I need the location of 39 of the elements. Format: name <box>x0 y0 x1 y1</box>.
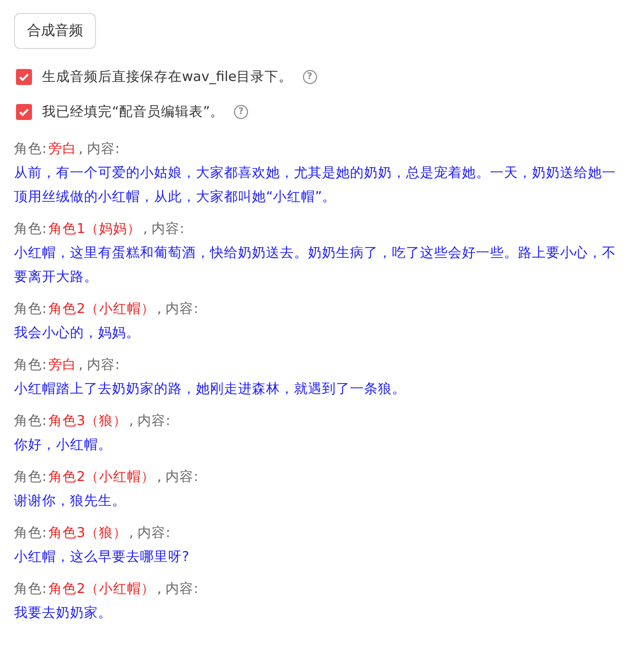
content-label: , 内容: <box>78 357 120 373</box>
checkbox[interactable] <box>16 104 32 120</box>
role-label: 角色: <box>14 469 47 485</box>
role-label: 角色: <box>14 357 47 373</box>
content-label: , 内容: <box>157 469 198 485</box>
content-label: , 内容: <box>78 141 120 157</box>
option-label: 我已经填完“配音员编辑表”。 <box>42 102 224 120</box>
role-name: 旁白 <box>48 141 77 157</box>
help-icon[interactable]: ? <box>234 104 248 118</box>
role-label: 角色: <box>14 581 47 597</box>
dialogue-text: 我会小心的，妈妈。 <box>14 324 141 343</box>
synthesize-button[interactable]: 合成音频 <box>14 13 96 49</box>
content-label: , 内容: <box>157 581 198 597</box>
role-label: 角色: <box>14 221 47 237</box>
role-name: 角色2（小红帽） <box>48 581 156 597</box>
content-label: , 内容: <box>157 301 198 317</box>
dialogue-text: 你好，小红帽。 <box>14 436 113 455</box>
role-name: 角色3（狼） <box>48 525 128 541</box>
role-label: 角色: <box>14 301 47 317</box>
role-label: 角色: <box>14 141 47 157</box>
option-label: 生成音频后直接保存在wav_file目录下。 <box>42 68 293 86</box>
role-name: 角色3（狼） <box>48 413 128 429</box>
dialogue-text: 谢谢你，狼先生。 <box>14 492 127 511</box>
checkbox[interactable] <box>16 68 32 84</box>
role-name: 旁白 <box>48 357 77 373</box>
content-label: , 内容: <box>129 525 170 541</box>
role-name: 角色2（小红帽） <box>48 469 156 485</box>
role-label: 角色: <box>14 413 47 429</box>
dialogue-text: 小红帽，这里有蛋糕和葡萄酒，快给奶奶送去。奶奶生病了，吃了这些会好一些。路上要小心，不要离开大路。 <box>14 244 617 287</box>
role-label: 角色: <box>14 525 47 541</box>
role-name: 角色1（妈妈） <box>48 221 142 237</box>
dialogue-text: 从前，有一个可爱的小姑娘，大家都喜欢她，尤其是她的奶奶，总是宠着她。一天，奶奶送给她一顶用丝绒做的小红帽，从此，大家都叫她“小红帽”。 <box>14 164 617 207</box>
dialogue-text: 小红帽，这么早要去哪里呀? <box>14 548 190 567</box>
help-icon[interactable]: ? <box>302 70 317 84</box>
role-name: 角色2（小红帽） <box>48 301 156 317</box>
content-label: , 内容: <box>143 221 184 237</box>
dialogue-text: 我要去奶奶家。 <box>14 604 113 623</box>
content-label: , 内容: <box>129 413 170 429</box>
dialogue-text: 小红帽踏上了去奶奶家的路，她刚走进森林，就遇到了一条狼。 <box>14 380 407 399</box>
